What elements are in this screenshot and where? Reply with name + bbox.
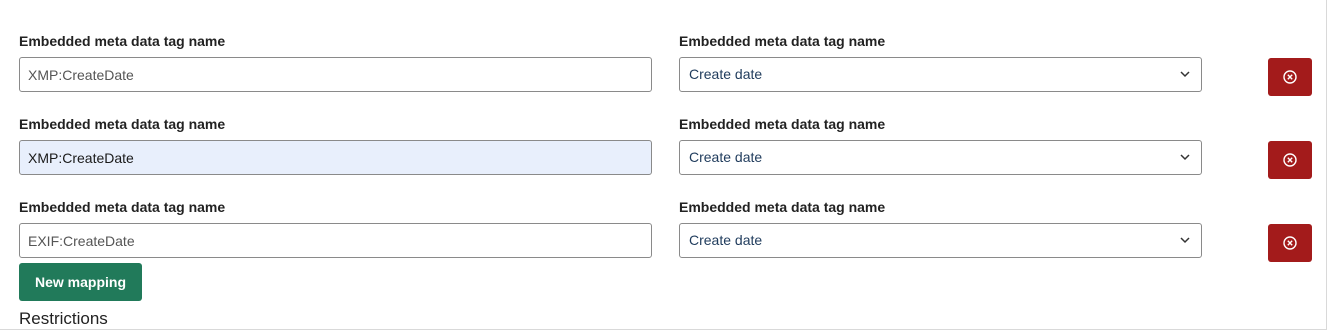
metadata-mapping-panel: Embedded meta data tag name Embedded met… (0, 0, 1327, 330)
embedded-tag-label: Embedded meta data tag name (19, 199, 226, 215)
field-label: Embedded meta data tag name (679, 33, 886, 49)
close-circle-icon (1283, 236, 1297, 250)
close-circle-icon (1283, 70, 1297, 84)
field-select-value: Create date (689, 149, 763, 165)
field-select-value: Create date (689, 66, 763, 82)
chevron-down-icon (1180, 237, 1190, 244)
chevron-down-icon (1180, 71, 1190, 78)
field-select[interactable]: Create date (679, 223, 1202, 258)
field-select-value: Create date (689, 232, 763, 248)
field-select[interactable]: Create date (679, 140, 1202, 175)
delete-mapping-button[interactable] (1268, 58, 1312, 96)
embedded-tag-input[interactable] (19, 223, 652, 258)
embedded-tag-label: Embedded meta data tag name (19, 33, 226, 49)
mapping-row: Embedded meta data tag name Embedded met… (0, 198, 1327, 278)
delete-mapping-button[interactable] (1268, 224, 1312, 262)
close-circle-icon (1283, 153, 1297, 167)
embedded-tag-input[interactable] (19, 140, 652, 175)
mapping-row: Embedded meta data tag name Embedded met… (0, 115, 1327, 195)
chevron-down-icon (1180, 154, 1190, 161)
embedded-tag-input[interactable] (19, 57, 652, 92)
mapping-row: Embedded meta data tag name Embedded met… (0, 32, 1327, 112)
restrictions-heading: Restrictions (19, 309, 108, 328)
embedded-tag-label: Embedded meta data tag name (19, 116, 226, 132)
delete-mapping-button[interactable] (1268, 141, 1312, 179)
field-select[interactable]: Create date (679, 57, 1202, 92)
new-mapping-button[interactable]: New mapping (19, 263, 142, 301)
field-label: Embedded meta data tag name (679, 199, 886, 215)
field-label: Embedded meta data tag name (679, 116, 886, 132)
